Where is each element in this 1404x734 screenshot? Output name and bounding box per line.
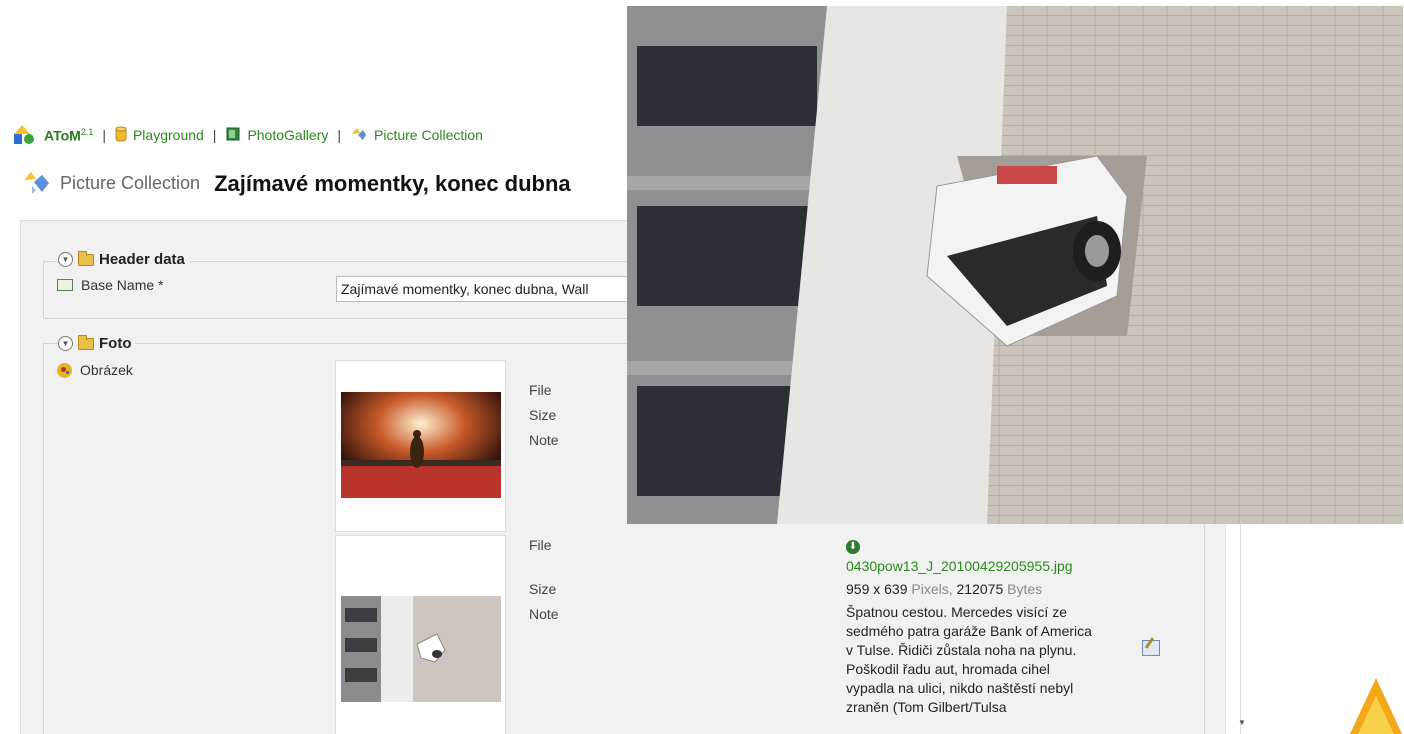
breadcrumb: AToM2.1 | Playground | PhotoGallery | Pi… (10, 120, 630, 150)
scrollbar-track (1240, 522, 1241, 734)
breadcrumb-item-photogallery[interactable]: PhotoGallery (247, 127, 328, 143)
base-name-label-text: Base Name * (81, 277, 164, 293)
collapse-icon[interactable]: ▼ (58, 252, 73, 267)
obrazek-label: Obrázek (57, 362, 133, 378)
photo-meta-labels: File Size Note (529, 533, 559, 627)
base-name-input[interactable] (336, 276, 646, 302)
size-bytes-unit: Bytes (1007, 580, 1043, 597)
size-value: 959 x 639 Pixels, 212075 Bytes (846, 581, 1096, 597)
size-pixels-unit: Pixels, (911, 580, 953, 597)
photo-thumbnail[interactable] (341, 596, 501, 702)
text-field-icon (57, 279, 73, 291)
folder-icon (78, 334, 94, 350)
page-title-kind: Picture Collection (60, 173, 201, 193)
note-label: Note (529, 432, 559, 448)
header-data-legend[interactable]: ▼ Header data (58, 250, 189, 268)
download-icon[interactable]: ⬇ (846, 539, 860, 554)
breadcrumb-app-link[interactable]: AToM2.1 (44, 127, 93, 144)
breadcrumb-separator: | (212, 127, 217, 143)
size-height: 639 (884, 580, 908, 597)
scroll-down-icon[interactable]: ▼ (1238, 718, 1246, 727)
breadcrumb-separator: | (102, 127, 106, 143)
header-data-title: Header data (99, 251, 185, 268)
page-title: Picture Collection Zajímavé momentky, ko… (22, 168, 571, 199)
photo-thumbnail[interactable] (341, 392, 501, 498)
scrollbar[interactable]: ▼ (1225, 522, 1261, 734)
atom-logo-icon (1336, 676, 1404, 734)
size-bytes: 212075 (956, 580, 1004, 597)
book-icon (225, 126, 241, 145)
picture-collection-icon (350, 126, 368, 145)
palette-icon (57, 362, 72, 378)
photo-meta-values: ⬇ 0430pow13_J_20100429205955.jpg 959 x 6… (846, 536, 1096, 717)
obrazek-label-text: Obrázek (80, 362, 133, 378)
edit-icon[interactable] (1142, 640, 1160, 656)
size-label: Size (529, 407, 557, 423)
file-name-link[interactable]: 0430pow13_J_20100429205955.jpg (846, 558, 1073, 574)
size-label: Size (529, 581, 557, 597)
note-label: Note (529, 606, 559, 622)
breadcrumb-item-picture-collection[interactable]: Picture Collection (374, 127, 483, 143)
breadcrumb-app-name: AToM (44, 127, 81, 144)
collapse-icon[interactable]: ▼ (58, 336, 73, 351)
size-x: x (873, 580, 881, 597)
file-label: File (529, 382, 552, 398)
atom-logo-icon (10, 122, 38, 149)
page-title-name: Zajímavé momentky, konec dubna (214, 170, 571, 196)
breadcrumb-app-version: 2.1 (80, 126, 94, 137)
picture-collection-icon (22, 168, 52, 199)
photo-preview-popup[interactable] (627, 6, 1403, 524)
foto-title: Foto (99, 335, 132, 352)
foto-legend[interactable]: ▼ Foto (58, 334, 136, 352)
note-value: Špatnou cestou. Mercedes visící ze sedmé… (846, 603, 1092, 715)
breadcrumb-separator: | (337, 127, 342, 143)
photo-meta-labels: File Size Note (529, 378, 559, 453)
folder-icon (78, 250, 94, 266)
file-label: File (529, 537, 552, 553)
breadcrumb-item-playground[interactable]: Playground (133, 127, 204, 143)
size-width: 959 (846, 580, 870, 597)
database-icon (115, 126, 127, 145)
base-name-label: Base Name * (57, 277, 163, 293)
